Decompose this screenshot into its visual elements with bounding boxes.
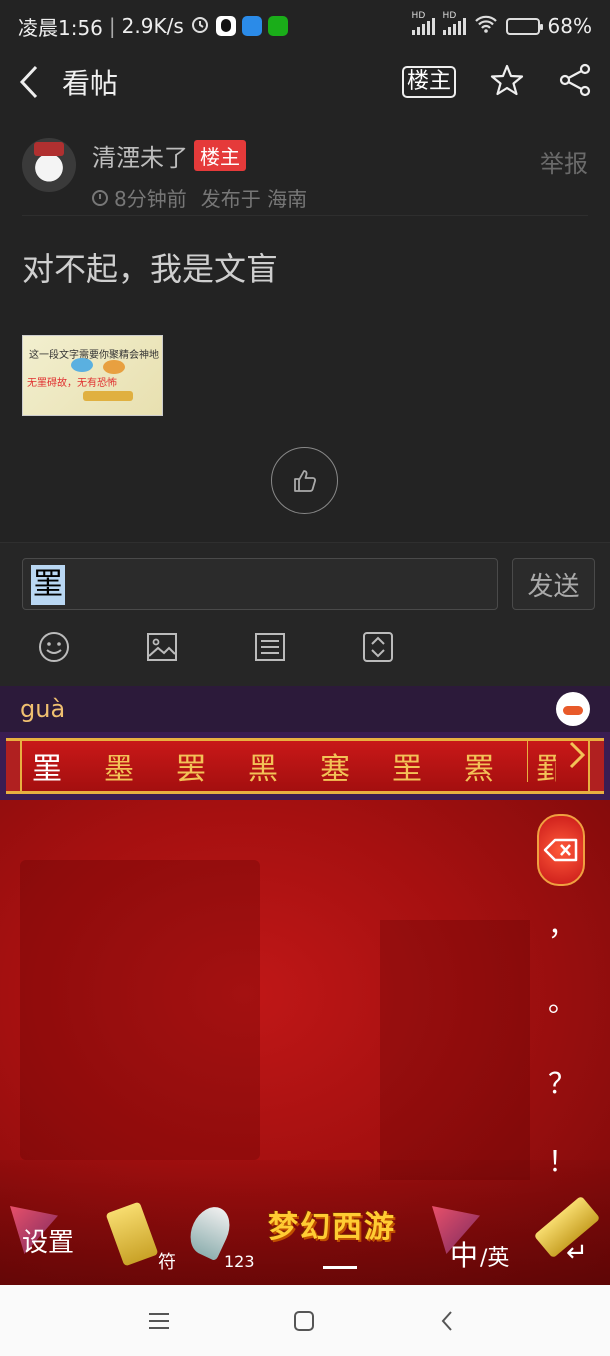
exclamation-key[interactable]: ！ (548, 1140, 576, 1180)
number-key[interactable]: 123 (183, 1200, 264, 1280)
wifi-icon (474, 14, 498, 39)
backspace-icon (543, 838, 578, 862)
alarm-icon (190, 14, 210, 39)
lang-zh-label: 中 (450, 1239, 479, 1272)
list-icon (255, 633, 285, 661)
candidate-item[interactable]: 罢 (176, 744, 248, 788)
enter-label: ↵ (566, 1238, 588, 1268)
favorite-button[interactable] (490, 63, 524, 101)
space-key[interactable]: 梦幻西游 (264, 1200, 424, 1280)
expand-button[interactable] (361, 630, 395, 664)
candidate-scroll: 罣 墨 罢 黑 塞 罜 罴 罫 (6, 738, 604, 794)
number-label: 123 (224, 1252, 255, 1271)
chevron-right-icon (569, 741, 586, 769)
space-bar-indicator (323, 1266, 357, 1269)
tinder-icon (241, 16, 262, 36)
author-name[interactable]: 清湮未了 (92, 138, 188, 173)
system-back-button[interactable] (433, 1307, 461, 1335)
share-icon (559, 63, 591, 97)
post-location: 发布于 海南 (200, 187, 308, 211)
chevron-left-icon (441, 1311, 452, 1331)
thumbs-up-icon (293, 469, 316, 492)
reply-composer: 罣 发送 (0, 542, 610, 686)
post-content: 对不起，我是文盲 (22, 250, 279, 288)
reply-input[interactable]: 罣 (22, 558, 498, 610)
image-caption-line2: 无罣碍故，无有恐怖 (27, 378, 117, 389)
lang-en-label: /英 (480, 1246, 510, 1271)
candidate-item[interactable]: 墨 (104, 744, 176, 788)
author-row: 清湮未了 楼主 8分钟前 发布于 海南 举报 (22, 138, 588, 216)
signal-icon-2: HD (442, 11, 466, 35)
post-time: 8分钟前 (114, 187, 187, 211)
candidate-item[interactable]: 罫 (536, 744, 556, 788)
chevron-left-icon (19, 65, 38, 99)
language-toggle-key[interactable]: 中 /英 (428, 1200, 520, 1280)
signal-icon-1: HD (411, 11, 435, 35)
network-speed: 2.9K/s (121, 14, 184, 38)
page-title: 看帖 (62, 67, 119, 100)
ime-pinyin-bar: guà (0, 686, 610, 732)
backspace-key[interactable] (537, 814, 585, 886)
expand-icon (363, 632, 393, 662)
period-key[interactable]: 。 (548, 980, 576, 1020)
image-button[interactable] (145, 630, 179, 664)
emoji-icon (39, 632, 69, 662)
candidate-item[interactable]: 罣 (32, 744, 104, 788)
symbol-key[interactable]: 符 (104, 1200, 184, 1280)
battery-icon (505, 17, 543, 35)
square-icon (294, 1311, 314, 1331)
back-button[interactable] (18, 62, 48, 102)
candidate-item[interactable]: 罜 (392, 744, 464, 788)
image-caption-line1: 这一段文字需要你聚精会神地 (29, 350, 159, 361)
ime-mascot-icon[interactable] (556, 692, 590, 726)
scroll-icon (105, 1201, 159, 1267)
image-icon (147, 633, 177, 661)
clock-icon (92, 189, 108, 206)
send-button[interactable]: 发送 (512, 558, 595, 610)
candidate-item[interactable]: 塞 (320, 744, 392, 788)
home-button[interactable] (290, 1307, 318, 1335)
list-button[interactable] (253, 630, 287, 664)
symbol-label: 符 (158, 1252, 176, 1273)
more-candidates-button[interactable] (568, 740, 586, 778)
question-key[interactable]: ？ (548, 1062, 576, 1102)
op-badge: 楼主 (194, 140, 246, 171)
status-bar: 凌晨1:56 | 2.9K/s HD HD 68% (18, 11, 592, 40)
post-image[interactable]: 这一段文字需要你聚精会神地 无罣碍故，无有恐怖 (22, 335, 163, 416)
like-button[interactable] (271, 447, 338, 514)
menu-icon (149, 1313, 169, 1329)
ime-pinyin: guà (20, 695, 66, 723)
candidate-item[interactable]: 黑 (248, 744, 320, 788)
share-button[interactable] (558, 63, 592, 101)
app-header: 看帖 楼主 (0, 52, 610, 112)
only-op-button[interactable]: 楼主 (401, 66, 456, 98)
battery-percent: 68% (547, 14, 592, 38)
star-icon (490, 64, 524, 96)
avatar[interactable] (22, 138, 76, 192)
qq-icon (215, 16, 236, 36)
status-time: 凌晨1:56 (18, 15, 103, 40)
emoji-button[interactable] (37, 630, 71, 664)
settings-key[interactable]: 设置 (6, 1200, 86, 1280)
ime-keyboard: ， 。 ？ ！ 设置 符 123 梦幻西游 中 /英 ↵ (0, 800, 610, 1285)
ime-candidate-bar: 罣 墨 罢 黑 塞 罜 罴 罫 (0, 732, 610, 800)
reply-input-value: 罣 (31, 565, 65, 605)
report-button[interactable]: 举报 (540, 144, 588, 179)
keyboard-bottom-row: 设置 符 123 梦幻西游 中 /英 ↵ (0, 1195, 610, 1285)
settings-label: 设置 (22, 1228, 75, 1258)
game-logo: 梦幻西游 (268, 1210, 396, 1245)
system-nav-bar (0, 1285, 610, 1356)
comma-key[interactable]: ， (548, 904, 576, 944)
candidate-item[interactable]: 罴 (464, 744, 536, 788)
post-card: 清湮未了 楼主 8分钟前 发布于 海南 举报 对不起，我是文盲 (22, 138, 588, 290)
recents-button[interactable] (145, 1307, 173, 1335)
wechat-icon (267, 16, 288, 36)
enter-key[interactable]: ↵ (522, 1195, 602, 1280)
